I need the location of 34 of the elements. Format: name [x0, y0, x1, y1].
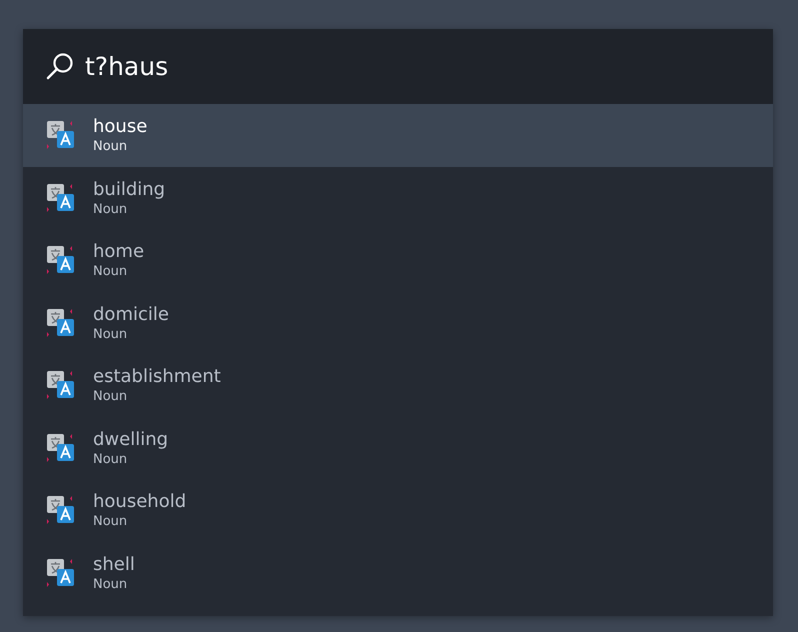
result-word: shell	[93, 554, 135, 575]
result-item[interactable]: domicile Noun	[23, 292, 773, 354]
result-item[interactable]: shell Noun	[23, 542, 773, 604]
result-type: Noun	[93, 576, 128, 592]
result-word: establishment	[93, 366, 221, 388]
result-word: domicile	[93, 304, 169, 325]
result-item[interactable]: building Noun	[23, 166, 773, 229]
translate-icon	[45, 244, 77, 276]
result-type: Noun	[93, 139, 128, 154]
translate-icon	[45, 369, 77, 402]
search-icon	[45, 51, 75, 81]
result-type: Noun	[93, 452, 128, 467]
result-type: Noun	[93, 389, 128, 404]
translate-icon	[45, 556, 77, 589]
translate-icon	[45, 119, 77, 152]
translate-icon	[45, 306, 77, 339]
result-word: building	[93, 178, 166, 200]
result-word: house	[93, 116, 148, 138]
result-word: household	[93, 491, 186, 512]
translate-icon	[45, 432, 77, 464]
search-field[interactable]: t?haus	[23, 29, 773, 104]
result-type: Noun	[93, 264, 128, 280]
translate-icon	[45, 182, 77, 214]
result-type: Noun	[93, 326, 128, 342]
result-item[interactable]: household Noun	[23, 479, 773, 542]
result-item[interactable]: establishment Noun	[23, 354, 773, 416]
translate-icon	[45, 494, 77, 526]
result-word: dwelling	[93, 428, 168, 450]
result-type: Noun	[93, 514, 128, 530]
result-item[interactable]: house Noun	[23, 104, 773, 166]
result-word: home	[93, 241, 144, 262]
result-type: Noun	[93, 202, 128, 217]
result-item[interactable]: home Noun	[23, 229, 773, 292]
result-item[interactable]: dwelling Noun	[23, 416, 773, 479]
